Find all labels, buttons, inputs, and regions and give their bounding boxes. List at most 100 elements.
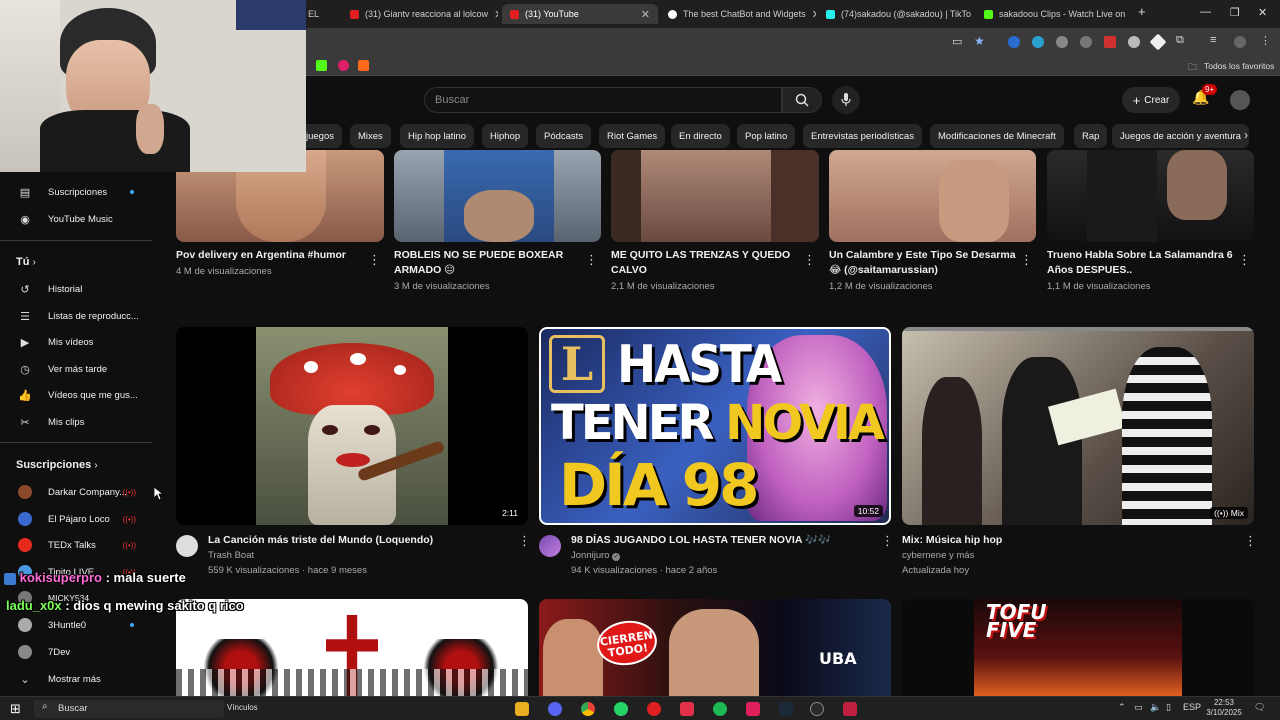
chip[interactable]: Hip hop latino bbox=[400, 124, 475, 148]
sidebar-channel[interactable]: 3Huntle0 bbox=[0, 612, 152, 638]
video-title[interactable]: ME QUITO LAS TRENZAS Y QUEDO CALVO bbox=[611, 248, 801, 278]
extension-icon[interactable] bbox=[1080, 36, 1092, 48]
video-title[interactable]: Pov delivery en Argentina #humor bbox=[176, 248, 366, 263]
obs-icon[interactable] bbox=[810, 702, 824, 716]
more-options-icon[interactable]: ⋮ bbox=[518, 533, 531, 549]
browser-menu-icon[interactable]: ⋮ bbox=[1260, 34, 1271, 47]
subscriptions-heading[interactable]: Suscripciones › bbox=[16, 459, 98, 471]
bookmark-icon[interactable] bbox=[358, 60, 369, 71]
extension-icon[interactable] bbox=[1104, 36, 1116, 48]
video-title[interactable]: ROBLEIS NO SE PUEDE BOXEAR ARMADO 😐 bbox=[394, 248, 584, 278]
browser-tab[interactable]: (31) Giantv reacciona al lolcow ✕ bbox=[342, 4, 498, 24]
sidebar-item-liked-videos[interactable]: 👍 Vídeos que me gus... bbox=[0, 382, 152, 408]
video-thumbnail[interactable] bbox=[1047, 150, 1254, 242]
app-icon[interactable] bbox=[843, 702, 857, 716]
kick-bookmark-icon[interactable] bbox=[316, 60, 327, 71]
close-tab-icon[interactable]: ✕ bbox=[641, 8, 650, 21]
discord-icon[interactable] bbox=[548, 702, 562, 716]
chip[interactable]: Hiphop bbox=[482, 124, 529, 148]
extensions-puzzle-icon[interactable]: ⧉ bbox=[1176, 34, 1184, 47]
search-button[interactable] bbox=[782, 87, 822, 113]
extension-icon[interactable] bbox=[1056, 36, 1068, 48]
app-icon[interactable] bbox=[680, 702, 694, 716]
chip[interactable]: En directo bbox=[671, 124, 730, 148]
video-title[interactable]: Un Calambre y Este Tipo Se Desarma 😂 (@sa… bbox=[829, 248, 1019, 278]
sidebar-item-playlists[interactable]: ☰ Listas de reproducc... bbox=[0, 303, 152, 329]
battery-icon[interactable]: ▯ bbox=[1166, 702, 1171, 713]
bookmark-star-icon[interactable]: ★ bbox=[974, 34, 985, 48]
extension-icon[interactable] bbox=[1032, 36, 1044, 48]
more-options-icon[interactable]: ⋮ bbox=[881, 533, 894, 549]
video-title[interactable]: Mix: Música hip hop bbox=[902, 533, 1202, 548]
minimize-icon[interactable]: — bbox=[1200, 6, 1211, 18]
extension-icon[interactable] bbox=[1008, 36, 1020, 48]
browser-tab[interactable]: The best ChatBot and Widgets ✕ bbox=[660, 4, 816, 24]
more-options-icon[interactable]: ⋮ bbox=[585, 252, 598, 268]
channel-name[interactable]: Jonnijuro ✓ bbox=[571, 548, 621, 563]
all-bookmarks-link[interactable]: Todos los favoritos bbox=[1204, 61, 1274, 71]
more-options-icon[interactable]: ⋮ bbox=[1238, 252, 1251, 268]
cast-icon[interactable]: ▭ bbox=[952, 35, 962, 48]
network-icon[interactable]: ▭ bbox=[1134, 702, 1143, 713]
video-thumbnail[interactable]: TOFU FIVE bbox=[902, 599, 1254, 696]
account-avatar[interactable] bbox=[1230, 90, 1250, 110]
taskbar-clock[interactable]: 22:53 3/10/2025 bbox=[1204, 698, 1244, 718]
video-title[interactable]: 98 DÍAS JUGANDO LOL HASTA TENER NOVIA 🎶🎶 bbox=[571, 533, 871, 548]
browser-tab-active[interactable]: (31) YouTube ✕ bbox=[502, 4, 658, 24]
app-icon[interactable] bbox=[746, 702, 760, 716]
close-tab-icon[interactable]: ✕ bbox=[494, 8, 498, 21]
spotify-icon[interactable] bbox=[713, 702, 727, 716]
chip[interactable]: Riot Games bbox=[599, 124, 666, 148]
channel-name[interactable]: Trash Boat bbox=[208, 548, 254, 563]
video-thumbnail[interactable] bbox=[829, 150, 1036, 242]
chrome-icon[interactable] bbox=[581, 702, 595, 716]
more-options-icon[interactable]: ⋮ bbox=[368, 252, 381, 268]
you-heading[interactable]: Tú › bbox=[16, 256, 36, 268]
extension-icon[interactable] bbox=[1149, 33, 1167, 51]
steam-icon[interactable] bbox=[779, 702, 793, 716]
video-thumbnail[interactable] bbox=[176, 599, 528, 696]
chip[interactable]: Pódcasts bbox=[536, 124, 592, 148]
chip[interactable]: Rap bbox=[1074, 124, 1108, 148]
chip[interactable]: Modificaciones de Minecraft bbox=[930, 124, 1064, 148]
media-player-icon[interactable] bbox=[647, 702, 661, 716]
create-button[interactable]: + Crear bbox=[1122, 87, 1180, 113]
taskbar-search-input[interactable]: Buscar bbox=[34, 700, 224, 718]
channel-avatar[interactable] bbox=[176, 535, 198, 557]
sidebar-item-my-videos[interactable]: ▶ Mis vídeos bbox=[0, 329, 152, 355]
mix-thumbnail[interactable]: ((•)) Mix bbox=[902, 327, 1254, 525]
sidebar-item-youtube-music[interactable]: ◉ YouTube Music bbox=[0, 206, 152, 232]
volume-icon[interactable]: 🔈 bbox=[1150, 702, 1161, 713]
windows-start-icon[interactable]: ⊞ bbox=[10, 701, 21, 717]
channel-name[interactable]: cybernene y más bbox=[902, 548, 974, 563]
voice-search-button[interactable] bbox=[832, 86, 860, 114]
more-options-icon[interactable]: ⋮ bbox=[1020, 252, 1033, 268]
browser-tab[interactable]: sakadoou Clips - Watch Live on ✕ bbox=[976, 4, 1132, 24]
tray-chevron-up-icon[interactable]: ⌃ bbox=[1118, 702, 1126, 713]
new-tab-button[interactable]: + bbox=[1138, 4, 1146, 19]
chevron-right-icon[interactable]: › bbox=[1244, 128, 1248, 142]
sidebar-item-history[interactable]: ↺ Historial bbox=[0, 276, 152, 302]
restore-icon[interactable]: ❐ bbox=[1230, 6, 1240, 19]
close-window-icon[interactable]: ✕ bbox=[1258, 6, 1267, 19]
sidebar-channel[interactable]: Darkar Company... ((•)) bbox=[0, 479, 152, 505]
video-thumbnail[interactable] bbox=[611, 150, 819, 242]
more-options-icon[interactable]: ⋮ bbox=[1244, 533, 1257, 549]
sidebar-item-watch-later[interactable]: ◷ Ver más tarde bbox=[0, 356, 152, 382]
video-title[interactable]: Trueno Habla Sobre La Salamandra 6 Años D… bbox=[1047, 248, 1237, 278]
notifications-icon[interactable]: 🗨 bbox=[1254, 702, 1265, 713]
reading-list-icon[interactable]: ≡ bbox=[1210, 34, 1216, 46]
chip[interactable]: Entrevistas periodísticas bbox=[803, 124, 922, 148]
show-more-button[interactable]: ⌄ Mostrar más bbox=[0, 666, 152, 692]
video-thumbnail[interactable]: L HASTA TENER NOVIA DÍA 98 10:52 bbox=[539, 327, 891, 525]
vinculos-toolbar[interactable]: Vínculos bbox=[227, 703, 258, 712]
bookmark-icon[interactable] bbox=[338, 60, 349, 71]
chip[interactable]: Mixes bbox=[350, 124, 391, 148]
language-indicator[interactable]: ESP bbox=[1183, 702, 1201, 712]
sidebar-channel[interactable]: TEDx Talks ((•)) bbox=[0, 532, 152, 558]
sidebar-item-subscriptions[interactable]: ▤ Suscripciones bbox=[0, 179, 152, 205]
sidebar-channel[interactable]: El Pájaro Loco ((•)) bbox=[0, 506, 152, 532]
profile-avatar[interactable] bbox=[1234, 36, 1246, 48]
video-thumbnail[interactable]: CIERREN TODO! UBA bbox=[539, 599, 891, 696]
sidebar-item-clips[interactable]: ✂ Mis clips bbox=[0, 409, 152, 435]
